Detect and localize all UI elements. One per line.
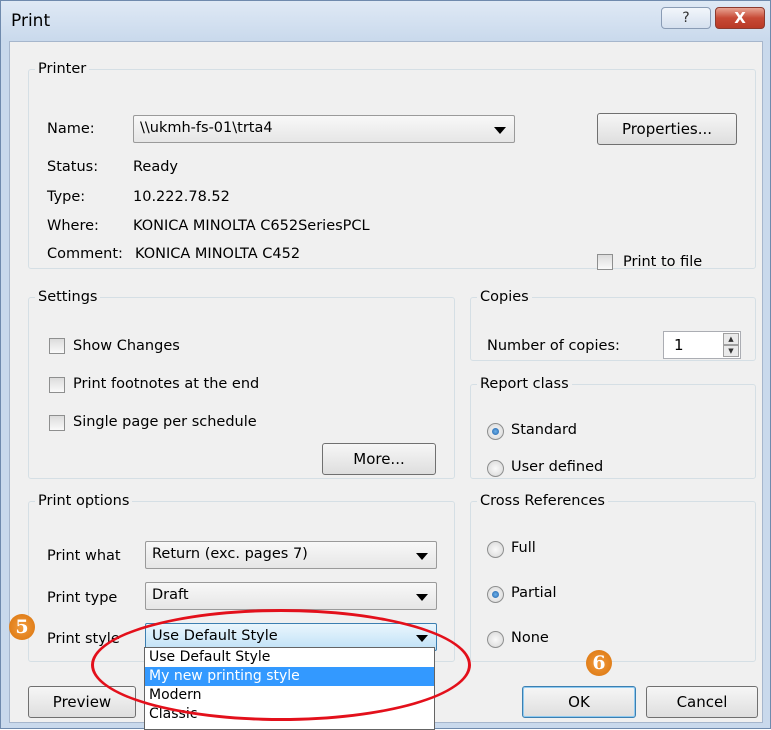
print-type-select[interactable]: Draft — [145, 582, 437, 610]
full-radio[interactable] — [487, 541, 504, 558]
copies-value: 1 — [674, 336, 684, 354]
settings-group: Settings Show Changes Print footnotes at… — [28, 289, 455, 479]
show-changes-label: Show Changes — [73, 338, 180, 354]
where-label: Where: — [47, 218, 99, 234]
copies-stepper[interactable]: 1 ▲ ▼ — [663, 331, 741, 359]
properties-button[interactable]: Properties... — [597, 113, 737, 145]
print-options-group-label: Print options — [38, 493, 130, 509]
report-class-group: Report class Standard User defined — [470, 376, 756, 479]
where-value: KONICA MINOLTA C652SeriesPCL — [133, 218, 370, 234]
print-style-dropdown-list: Use Default Style My new printing style … — [144, 647, 435, 730]
settings-group-label: Settings — [38, 289, 98, 305]
dialog-body: Printer Name: \\ukmh-fs-01\trta4 Propert… — [9, 41, 763, 723]
comment-value: KONICA MINOLTA C452 — [135, 246, 301, 262]
single-page-label: Single page per schedule — [73, 414, 257, 430]
style-option-default[interactable]: Use Default Style — [145, 648, 434, 667]
stepper-up-icon[interactable]: ▲ — [723, 333, 739, 345]
dialog-title: Print — [11, 11, 51, 31]
copies-group: Copies Number of copies: 1 ▲ ▼ — [470, 289, 756, 361]
type-value: 10.222.78.52 — [133, 189, 230, 205]
preview-button[interactable]: Preview — [28, 686, 136, 718]
partial-label: Partial — [511, 585, 557, 601]
print-to-file-checkbox[interactable] — [597, 254, 613, 270]
full-label: Full — [511, 540, 536, 556]
printer-name-value: \\ukmh-fs-01\trta4 — [140, 120, 273, 136]
standard-radio[interactable] — [487, 423, 504, 440]
help-button[interactable]: ? — [661, 7, 711, 29]
comment-label: Comment: — [47, 246, 123, 262]
report-class-group-label: Report class — [480, 376, 569, 392]
number-of-copies-label: Number of copies: — [487, 338, 620, 354]
cancel-button[interactable]: Cancel — [646, 686, 758, 718]
print-to-file-label: Print to file — [623, 254, 703, 270]
print-footnotes-checkbox[interactable] — [49, 377, 65, 393]
none-label: None — [511, 630, 549, 646]
print-type-value: Draft — [152, 587, 189, 603]
more-button[interactable]: More... — [322, 443, 436, 475]
status-value: Ready — [133, 159, 179, 175]
style-option-modern[interactable]: Modern — [145, 686, 434, 705]
printer-name-label: Name: — [47, 121, 95, 137]
cross-references-group-label: Cross References — [480, 493, 605, 509]
printer-name-select[interactable]: \\ukmh-fs-01\trta4 — [133, 115, 515, 143]
chevron-down-icon — [416, 594, 428, 601]
print-options-group: Print options Print what Return (exc. pa… — [28, 493, 455, 662]
partial-radio[interactable] — [487, 586, 504, 603]
status-label: Status: — [47, 159, 99, 175]
chevron-down-icon — [416, 553, 428, 560]
standard-label: Standard — [511, 422, 577, 438]
user-defined-label: User defined — [511, 459, 604, 475]
style-option-my-new[interactable]: My new printing style — [145, 667, 434, 686]
chevron-down-icon — [494, 127, 506, 134]
print-type-label: Print type — [47, 590, 118, 606]
print-what-value: Return (exc. pages 7) — [152, 546, 308, 562]
show-changes-checkbox[interactable] — [49, 338, 65, 354]
ok-button[interactable]: OK — [522, 686, 636, 718]
print-what-label: Print what — [47, 548, 121, 564]
style-option-classic[interactable]: Classic — [145, 705, 434, 724]
close-button[interactable]: X — [715, 7, 765, 29]
chevron-down-icon — [416, 635, 428, 642]
type-label: Type: — [47, 189, 86, 205]
copies-group-label: Copies — [480, 289, 529, 305]
print-what-select[interactable]: Return (exc. pages 7) — [145, 541, 437, 569]
print-footnotes-label: Print footnotes at the end — [73, 376, 260, 392]
stepper-down-icon[interactable]: ▼ — [723, 345, 739, 357]
step-5-badge: 5 — [9, 614, 35, 640]
print-style-value: Use Default Style — [152, 628, 278, 644]
user-defined-radio[interactable] — [487, 460, 504, 477]
title-bar: Print ? X — [1, 1, 770, 41]
print-dialog: Print ? X Printer Name: \\ukmh-fs-01\trt… — [0, 0, 771, 730]
none-radio[interactable] — [487, 631, 504, 648]
printer-group-label: Printer — [38, 61, 87, 77]
cross-references-group: Cross References Full Partial None — [470, 493, 756, 662]
printer-group: Printer Name: \\ukmh-fs-01\trta4 Propert… — [28, 61, 756, 270]
print-style-label: Print style — [47, 631, 120, 647]
step-6-badge: 6 — [586, 650, 612, 676]
single-page-checkbox[interactable] — [49, 415, 65, 431]
